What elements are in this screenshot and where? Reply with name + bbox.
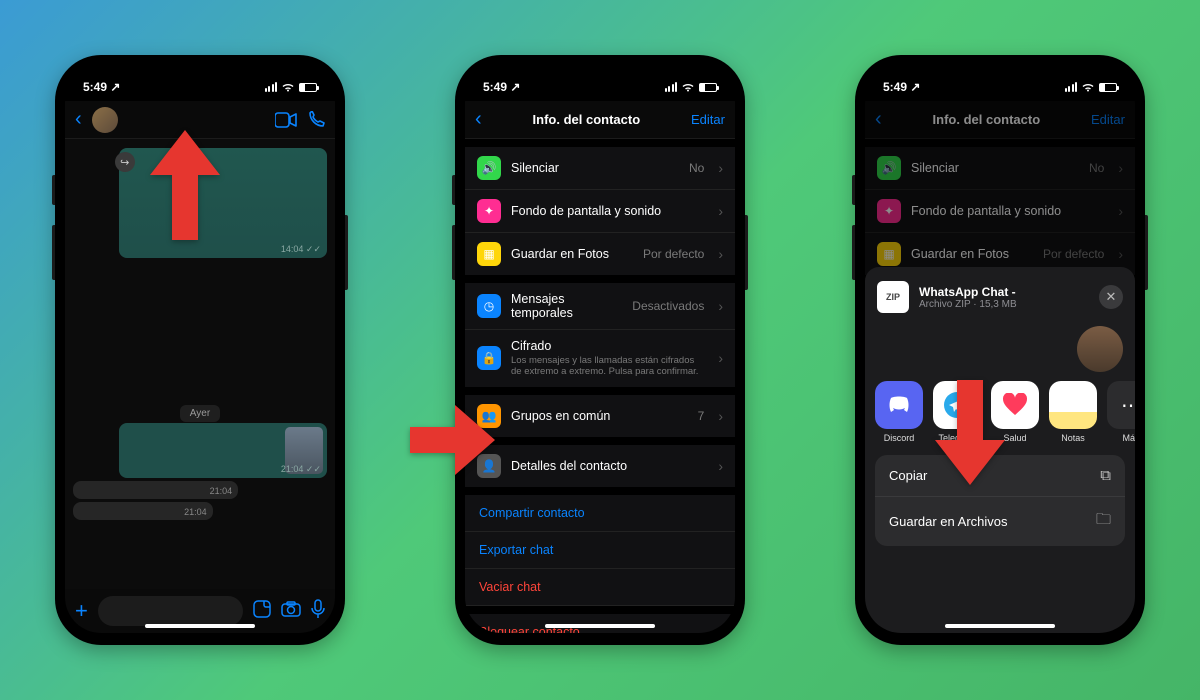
action-guardar-archivos[interactable]: Guardar en Archivos 🗀 [875, 497, 1125, 546]
share-file-subtitle: Archivo ZIP · 15,3 MB [919, 299, 1017, 310]
home-indicator[interactable] [545, 624, 655, 628]
phone-2-contact-info: 5:49 ↗ ‹ Info. del contacto Editar 🔊 Sil… [455, 55, 745, 645]
close-button[interactable]: ✕ [1099, 285, 1123, 309]
edit-button[interactable]: Editar [691, 112, 725, 127]
back-button[interactable]: ‹ [75, 108, 82, 131]
app-discord[interactable]: Discord [875, 381, 923, 443]
info-nav: ‹ Info. del contacto Editar [465, 101, 735, 139]
link-compartir[interactable]: Compartir contacto [465, 495, 735, 532]
row-cifrado[interactable]: 🔒 Cifrado Los mensajes y las llamadas es… [465, 330, 735, 387]
share-file-title: WhatsApp Chat - [919, 285, 1017, 299]
message-time: 14:04 ✓✓ [281, 244, 321, 255]
speaker-icon: 🔊 [477, 156, 501, 180]
home-indicator[interactable] [145, 624, 255, 628]
signal-icon [265, 82, 278, 92]
photos-icon: ▦ [477, 242, 501, 266]
link-vaciar[interactable]: Vaciar chat [465, 569, 735, 606]
back-button[interactable]: ‹ [475, 108, 482, 131]
message-time: 21:04 [184, 507, 207, 517]
message-time: 21:04 [210, 486, 233, 496]
row-temporales[interactable]: ◷ Mensajes temporales Desactivados› [465, 283, 735, 330]
folder-icon: 🗀 [1096, 509, 1111, 534]
message-image-out[interactable]: 21:04 ✓✓ [119, 423, 327, 478]
message-input[interactable] [98, 596, 243, 626]
annotation-arrow-up [150, 130, 220, 240]
app-notas[interactable]: Notas [1049, 381, 1097, 443]
share-contacts-row[interactable] [865, 323, 1135, 375]
voice-call-icon[interactable] [307, 111, 325, 129]
row-grupos[interactable]: 👥 Grupos en común 7› [465, 395, 735, 437]
message-time: 21:04 ✓✓ [281, 464, 321, 475]
phone-3-share-sheet: 5:49 ↗ ‹ Info. del contacto Editar 🔊 Sil… [855, 55, 1145, 645]
annotation-arrow-down [935, 380, 1005, 485]
attach-button[interactable]: + [75, 598, 88, 624]
forward-icon[interactable]: ↪ [115, 152, 135, 172]
message-in[interactable]: 21:04 [73, 481, 238, 499]
video-call-icon[interactable] [275, 112, 297, 128]
copy-icon: ⧉ [1100, 467, 1111, 484]
nav-title: Info. del contacto [533, 112, 641, 127]
zip-file-icon: ZIP [877, 281, 909, 313]
info-nav: ‹ Info. del contacto Editar [865, 101, 1135, 139]
annotation-arrow-right [410, 405, 495, 475]
row-detalles[interactable]: 👤 Detalles del contacto› [465, 445, 735, 487]
back-button[interactable]: ‹ [875, 108, 882, 131]
wallpaper-icon: ✦ [477, 199, 501, 223]
row-silenciar[interactable]: 🔊 Silenciar No› [465, 147, 735, 190]
battery-icon [299, 83, 317, 92]
camera-icon[interactable] [281, 601, 301, 622]
app-more[interactable]: ⋯Más [1107, 381, 1135, 443]
contact-avatar[interactable] [1077, 326, 1123, 372]
message-in[interactable]: 21:04 [73, 502, 213, 520]
mic-icon[interactable] [311, 599, 325, 624]
day-separator: Ayer [73, 405, 327, 419]
wifi-icon [281, 82, 295, 92]
lock-icon: 🔒 [477, 346, 501, 370]
sticker-icon[interactable] [253, 600, 271, 623]
row-guardar[interactable]: ▦ Guardar en Fotos Por defecto› [465, 233, 735, 275]
edit-button[interactable]: Editar [1091, 112, 1125, 127]
link-exportar[interactable]: Exportar chat [465, 532, 735, 569]
row-silenciar: 🔊 Silenciar No› [865, 147, 1135, 190]
settings-list[interactable]: 🔊 Silenciar No› ✦ Fondo de pantalla y so… [465, 147, 735, 633]
home-indicator[interactable] [945, 624, 1055, 628]
nav-title: Info. del contacto [933, 112, 1041, 127]
row-fondo: ✦ Fondo de pantalla y sonido› [865, 190, 1135, 233]
timer-icon: ◷ [477, 294, 501, 318]
row-fondo[interactable]: ✦ Fondo de pantalla y sonido› [465, 190, 735, 233]
contact-avatar[interactable] [92, 107, 118, 133]
